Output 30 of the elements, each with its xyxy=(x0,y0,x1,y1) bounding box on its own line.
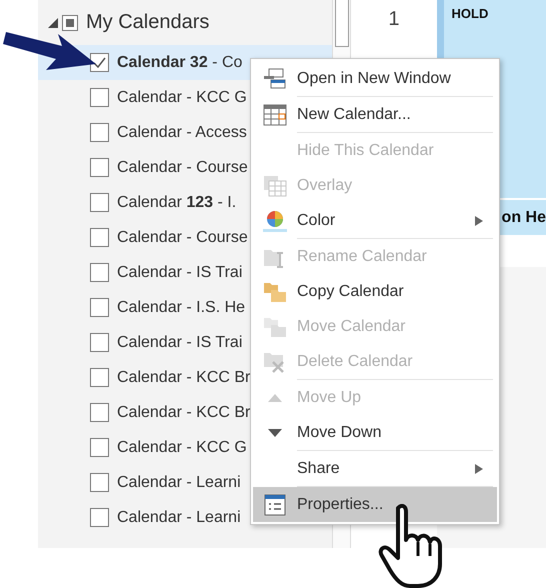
event-title: on He xyxy=(502,209,546,228)
menu-item-label: Hide This Calendar xyxy=(297,142,435,160)
calendar-name: Calendar - KCC G xyxy=(117,88,247,106)
calendar-name: Calendar - Learni xyxy=(117,508,241,526)
calendar-name: Calendar - Access xyxy=(117,124,247,142)
menu-item-label: Overlay xyxy=(297,176,354,194)
day-number: 1 xyxy=(388,8,400,31)
calendar-name: Calendar - I.S. He xyxy=(117,298,246,316)
calendar-name: Calendar - Course xyxy=(117,158,248,176)
calendar-name: Calendar - IS Trai xyxy=(117,334,242,352)
menu-item-label: Rename Calendar xyxy=(297,248,428,266)
menu-item-label: Share xyxy=(297,460,341,478)
group-title: My Calendars xyxy=(86,11,210,34)
menu-item-label: Move Down xyxy=(297,424,382,442)
menu-item-label: Delete Calendar xyxy=(297,353,414,371)
calendar-name: Calendar 32 - Co xyxy=(117,54,242,72)
calendar-name: Calendar - KCC Br xyxy=(117,368,250,386)
menu-item-label: Move Calendar xyxy=(297,318,406,336)
calendar-name: Calendar - KCC G xyxy=(117,438,247,456)
calendar-name: Calendar - Course xyxy=(117,228,248,246)
calendar-name: Calendar - IS Trai xyxy=(117,264,242,282)
menu-item-label: Color xyxy=(297,212,336,230)
menu-item-label: Copy Calendar xyxy=(297,282,405,300)
event-title: HOLD xyxy=(452,6,488,21)
menu-item-label: Move Up xyxy=(297,388,362,406)
calendar-name: Calendar - Learni xyxy=(117,474,241,492)
menu-item-label: New Calendar... xyxy=(297,106,412,124)
calendar-name: Calendar - KCC Br xyxy=(117,404,250,422)
menu-item-label: Properties... xyxy=(297,496,384,514)
calendar-name: Calendar 123 - I. xyxy=(117,194,236,212)
